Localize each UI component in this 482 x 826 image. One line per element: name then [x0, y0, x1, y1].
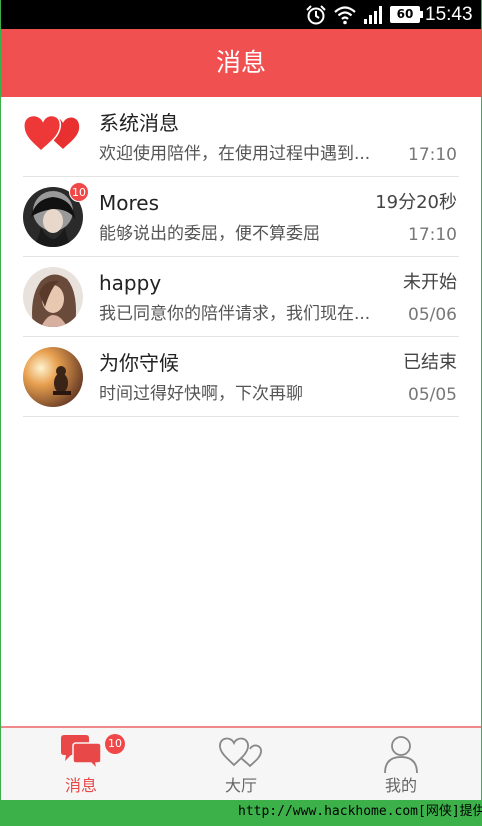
battery-indicator: 60 [390, 6, 423, 23]
contact-name: happy [99, 271, 162, 295]
status-time: 15:43 [425, 4, 473, 25]
chat-bubbles-icon [61, 735, 102, 772]
tab-messages[interactable]: 10 消息 [1, 728, 161, 800]
avatar [23, 267, 83, 327]
message-preview: 欢迎使用陪伴，在使用过程中遇到... [99, 144, 369, 164]
list-item-weinishouhou[interactable]: 为你守候 已结束 时间过得好快啊，下次再聊 05/05 [23, 337, 459, 417]
tab-label: 大厅 [224, 776, 257, 795]
alarm-icon [306, 5, 326, 25]
signal-icon [364, 6, 382, 24]
list-item-mores[interactable]: 10 Mores 19分20秒 能够说出的委屈，便不算委屈 17:10 [23, 177, 459, 257]
watermark-text: http://www.hackhome.com[网侠]提供 [238, 804, 482, 819]
message-date: 05/05 [408, 385, 457, 405]
wifi-icon [334, 6, 356, 25]
message-date: 17:10 [408, 225, 457, 245]
session-status: 已结束 [403, 352, 457, 373]
status-bar: 60 15:43 [1, 0, 481, 29]
avatar [23, 347, 83, 407]
message-date: 05/06 [408, 305, 457, 325]
tab-label: 消息 [64, 776, 97, 795]
message-preview: 我已同意你的陪伴请求，我们现在... [99, 304, 369, 324]
hearts-icon [23, 114, 80, 153]
page-title: 消息 [215, 48, 266, 77]
phone-screen: 60 15:43 消息 系统消息 欢迎使用陪伴，在使用过程中遇到... 17:1… [1, 0, 481, 800]
message-list: 系统消息 欢迎使用陪伴，在使用过程中遇到... 17:10 10 Mores 1… [1, 97, 481, 417]
app-header: 消息 [1, 29, 481, 97]
session-status: 未开始 [403, 272, 457, 293]
bottom-tab-bar: 10 消息 大厅 我的 [1, 726, 481, 800]
session-status: 19分20秒 [375, 192, 457, 213]
contact-name: 为你守候 [99, 351, 179, 375]
message-preview: 时间过得好快啊，下次再聊 [99, 384, 303, 404]
tab-hall[interactable]: 大厅 [161, 728, 321, 800]
message-date: 17:10 [408, 145, 457, 165]
hearts-outline-icon [219, 737, 262, 768]
unread-badge: 10 [69, 182, 89, 202]
person-icon [384, 736, 418, 774]
contact-name: Mores [99, 191, 159, 215]
list-item-happy[interactable]: happy 未开始 我已同意你的陪伴请求，我们现在... 05/06 [23, 257, 459, 337]
tab-unread-badge: 10 [105, 734, 125, 754]
tab-label: 我的 [384, 776, 417, 795]
list-item-system[interactable]: 系统消息 欢迎使用陪伴，在使用过程中遇到... 17:10 [23, 97, 459, 177]
contact-name: 系统消息 [99, 111, 179, 135]
tab-mine[interactable]: 我的 [321, 728, 481, 800]
message-preview: 能够说出的委屈，便不算委屈 [99, 224, 320, 244]
